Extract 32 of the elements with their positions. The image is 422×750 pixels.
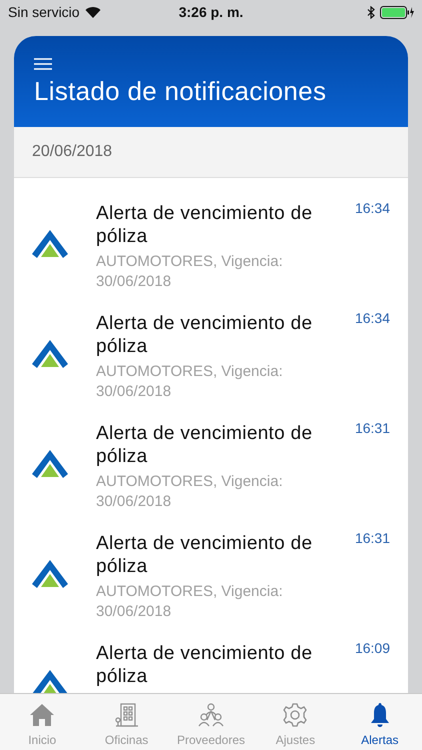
notification-title[interactable]: Alerta de vencimiento de póliza [96,312,334,358]
home-icon [28,701,56,729]
date-header: 20/06/2018 [14,127,408,178]
page-title: Listado de notificaciones [34,76,328,107]
notification-detail: AUTOMOTORES, Vigencia: 30/06/2018 [96,472,284,512]
notification-title[interactable]: Alerta de vencimiento de póliza [96,642,334,688]
notification-time: 16:34 [354,200,390,216]
logo-icon [32,230,68,258]
bluetooth-icon [367,6,375,18]
notification-time: 16:34 [354,310,390,326]
people-icon [197,701,226,729]
logo-icon [32,670,68,693]
notification-title[interactable]: Alerta de vencimiento de póliza [96,202,334,248]
notification-detail: AUTOMOTORES, Vigencia: 30/06/2018 [96,582,284,622]
status-time: 3:26 p. m. [178,4,244,20]
notification-time: 16:31 [354,420,390,436]
logo-icon [32,560,68,588]
notification-detail: AUTOMOTORES, Vigencia: 30/06/2018 [96,362,284,402]
notification-title[interactable]: Alerta de vencimiento de póliza [96,532,334,578]
logo-icon [32,340,68,368]
tab[interactable]: Alertas [338,694,422,750]
carrier-text: Sin servicio [8,4,80,20]
settings-icon [281,701,310,729]
logo-icon [32,450,68,478]
notification-time: 16:31 [354,530,390,546]
menu-icon[interactable] [34,58,52,70]
battery-icon [380,6,414,18]
wifi-icon [84,6,101,18]
building-icon [112,701,141,729]
notification-title[interactable]: Alerta de vencimiento de póliza [96,422,334,468]
notification-time: 16:09 [354,640,390,656]
notification-detail: AUTOMOTORES, Vigencia: 30/06/2018 [96,252,284,292]
